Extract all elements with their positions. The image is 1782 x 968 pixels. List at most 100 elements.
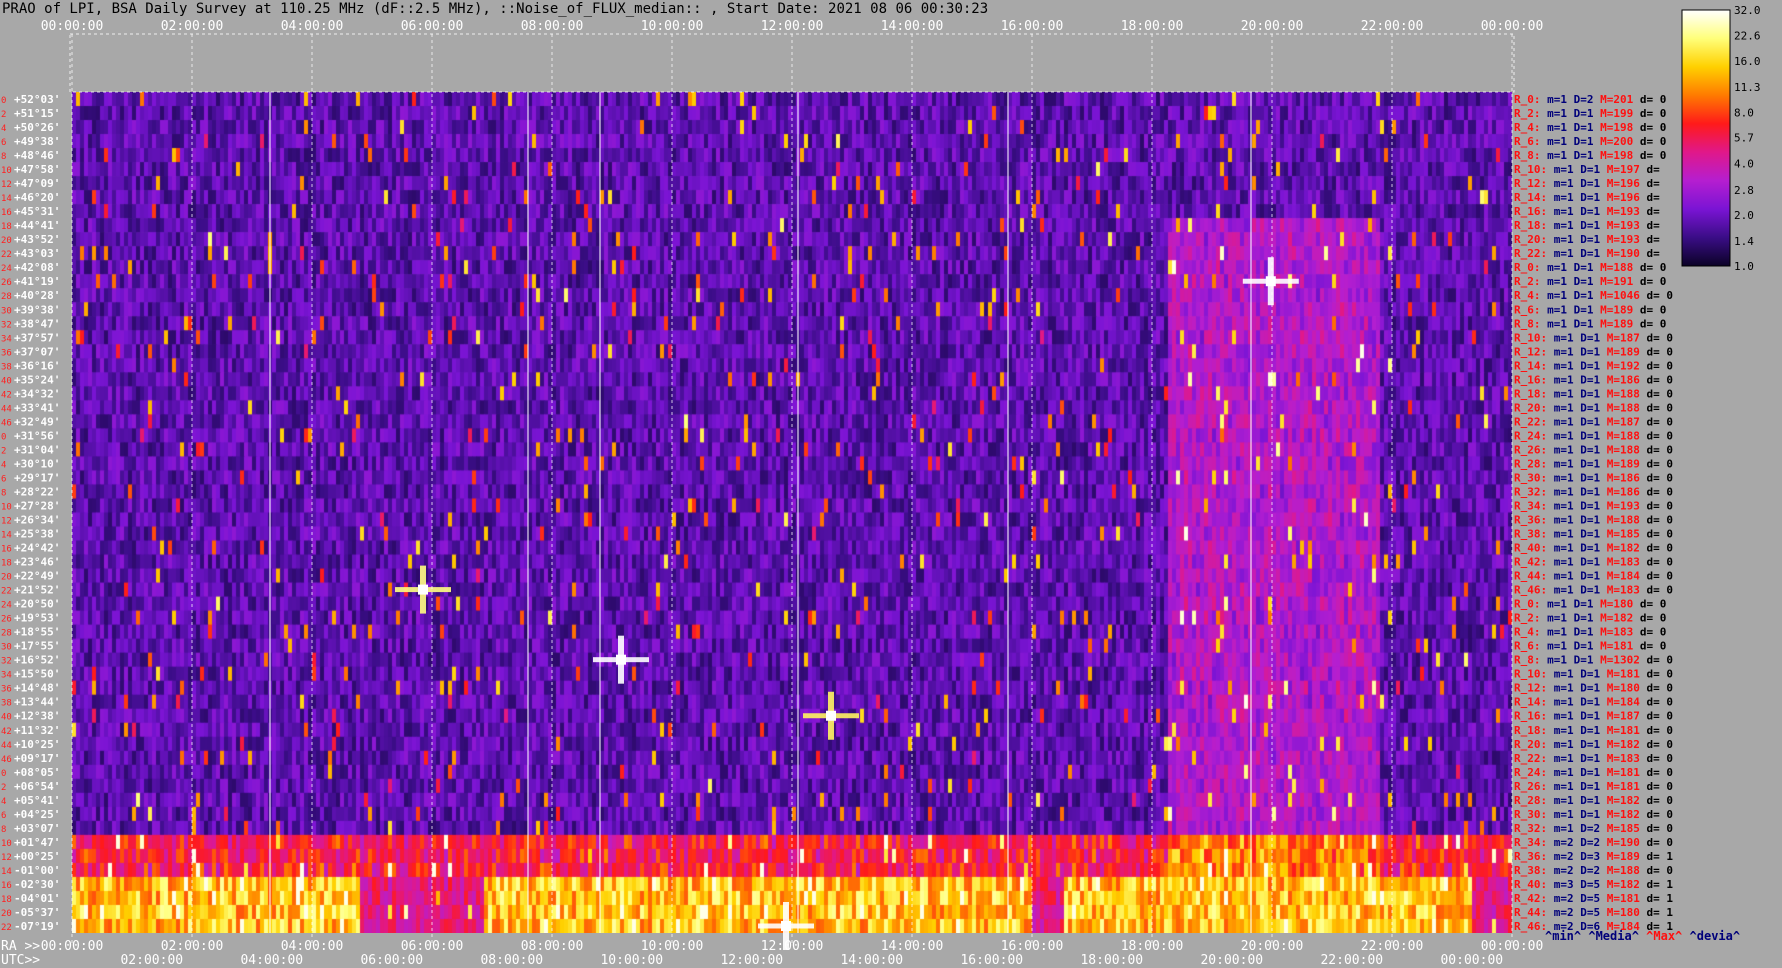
row-index: 28 [1, 292, 12, 302]
declination-label: +42°08' [14, 261, 60, 274]
stat-row: R_2: m=1 D=1 M=199 d= 0 [1514, 107, 1666, 120]
row-index: 18 [1, 559, 12, 569]
ra-tick-label: 14:00:00 [881, 939, 944, 954]
row-index: 0 [1, 769, 6, 779]
stats-legend: ^min^ ^Media^ ^Max^ ^devia^ [1545, 929, 1740, 943]
utc-tick-label: 20:00:00 [1200, 953, 1263, 968]
colorbar-tick-label: 2.8 [1734, 184, 1754, 197]
row-index: 24 [1, 601, 12, 611]
declination-label: +00°25' [14, 850, 60, 863]
declination-label: +41°19' [14, 275, 60, 288]
row-index: 34 [1, 334, 12, 344]
ra-tick-label: 12:00:00 [761, 939, 824, 954]
colorbar: 32.0 22.6 16.0 11.3 8.0 5.7 4.0 2.8 2.0 1.4 1.0 [1681, 4, 1761, 273]
declination-label: +13°44' [14, 696, 60, 709]
stat-row: R_32: m=1 D=1 M=186 d= 0 [1514, 485, 1673, 498]
row-index: 4 [1, 124, 6, 134]
colorbar-tick-label: 16.0 [1734, 55, 1761, 68]
stat-row: R_30: m=1 D=1 M=182 d= 0 [1514, 808, 1673, 821]
utc-label: UTC>> [1, 953, 40, 968]
row-index: 36 [1, 685, 12, 695]
stat-row: R_34: m=1 D=1 M=193 d= 0 [1514, 499, 1673, 512]
utc-tick-label: 10:00:00 [600, 953, 663, 968]
row-index: 26 [1, 615, 12, 625]
declination-label: +30°10' [14, 457, 60, 470]
ra-tick-label: 16:00:00 [1001, 939, 1064, 954]
row-index: 24 [1, 264, 12, 274]
row-index: 14 [1, 194, 12, 204]
declination-label: +46°20' [14, 191, 60, 204]
row-index: 10 [1, 839, 12, 849]
stat-row: R_28: m=1 D=1 M=182 d= 0 [1514, 794, 1673, 807]
row-index: 2 [1, 110, 6, 120]
stat-row: R_8: m=1 D=1 M=1302 d= 0 [1514, 654, 1673, 667]
row-index: 6 [1, 138, 6, 148]
stat-row: R_44: m=1 D=1 M=184 d= 0 [1514, 570, 1673, 583]
declination-label: +48°46' [14, 149, 60, 162]
declination-label: +12°38' [14, 710, 60, 723]
row-index: 26 [1, 278, 12, 288]
stat-row: R_12: m=1 D=1 M=180 d= 0 [1514, 682, 1673, 695]
stat-row: R_46: m=1 D=1 M=183 d= 0 [1514, 584, 1673, 597]
stat-row: R_10: m=1 D=1 M=187 d= 0 [1514, 331, 1673, 344]
row-index: 16 [1, 208, 12, 218]
declination-label: +31°56' [14, 429, 60, 442]
declination-label: +50°26' [14, 121, 60, 134]
stat-row: R_40: m=1 D=1 M=182 d= 0 [1514, 542, 1673, 555]
stat-row: R_20: m=1 D=1 M=188 d= 0 [1514, 401, 1673, 414]
top-tick-label: 18:00:00 [1121, 19, 1184, 34]
declination-label: -07°19' [14, 920, 60, 933]
stat-row: R_22: m=1 D=1 M=187 d= 0 [1514, 415, 1673, 428]
ra-tick-label: 06:00:00 [401, 939, 464, 954]
declination-label: +18°55' [14, 626, 60, 639]
row-index: 44 [1, 404, 12, 414]
declination-label: +23°46' [14, 556, 60, 569]
stat-row: R_38: m=2 D=2 M=188 d= 0 [1514, 864, 1673, 877]
stat-row: R_40: m=3 D=5 M=182 d= 1 [1514, 878, 1673, 891]
row-index: 8 [1, 825, 6, 835]
colorbar-tick-label: 32.0 [1734, 4, 1761, 17]
heatmap-image [72, 92, 1512, 933]
stat-row: R_20: m=1 D=1 M=182 d= 0 [1514, 738, 1673, 751]
row-index: 12 [1, 853, 12, 863]
stat-row: R_14: m=1 D=1 M=192 d= 0 [1514, 359, 1673, 372]
row-index: 18 [1, 895, 12, 905]
declination-label: +39°38' [14, 303, 60, 316]
row-index: 10 [1, 166, 12, 176]
declination-label: -05°37' [14, 906, 60, 919]
row-index: 16 [1, 881, 12, 891]
declination-label: +19°53' [14, 612, 60, 625]
row-index: 32 [1, 320, 12, 330]
row-index: 10 [1, 502, 12, 512]
utc-tick-label: 14:00:00 [840, 953, 903, 968]
utc-tick-label: 18:00:00 [1080, 953, 1143, 968]
row-index: 46 [1, 418, 12, 428]
row-index: 0 [1, 432, 6, 442]
row-index: 20 [1, 573, 12, 583]
colorbar-tick-label: 11.3 [1734, 81, 1761, 94]
top-tick-label: 06:00:00 [401, 19, 464, 34]
ra-tick-label: 02:00:00 [161, 939, 224, 954]
stat-row: R_0: m=1 D=1 M=188 d= 0 [1514, 261, 1666, 274]
declination-label: +34°32' [14, 387, 60, 400]
stat-row: R_28: m=1 D=1 M=189 d= 0 [1514, 457, 1673, 470]
ra-tick-label: 10:00:00 [641, 939, 704, 954]
row-index: 8 [1, 488, 6, 498]
declination-label: +36°16' [14, 359, 60, 372]
chart-title: PRAO of LPI, BSA Daily Survey at 110.25 … [2, 1, 989, 17]
top-tick-label: 04:00:00 [281, 19, 344, 34]
stat-row: R_26: m=1 D=1 M=181 d= 0 [1514, 780, 1673, 793]
declination-label: +09°17' [14, 752, 60, 765]
declination-label: +52°03' [14, 93, 60, 106]
declination-label: +37°07' [14, 345, 60, 358]
top-tick-label: 22:00:00 [1361, 19, 1424, 34]
declination-label: +27°28' [14, 499, 60, 512]
top-tick-label: 20:00:00 [1241, 19, 1304, 34]
declination-label: -04°01' [14, 892, 60, 905]
row-index: 42 [1, 727, 12, 737]
declination-label: +21°52' [14, 584, 60, 597]
colorbar-tick-label: 5.7 [1734, 131, 1754, 144]
top-tick-label: 02:00:00 [161, 19, 224, 34]
stat-row: R_16: m=1 D=1 M=187 d= 0 [1514, 710, 1673, 723]
ra-tick-label: 20:00:00 [1241, 939, 1304, 954]
